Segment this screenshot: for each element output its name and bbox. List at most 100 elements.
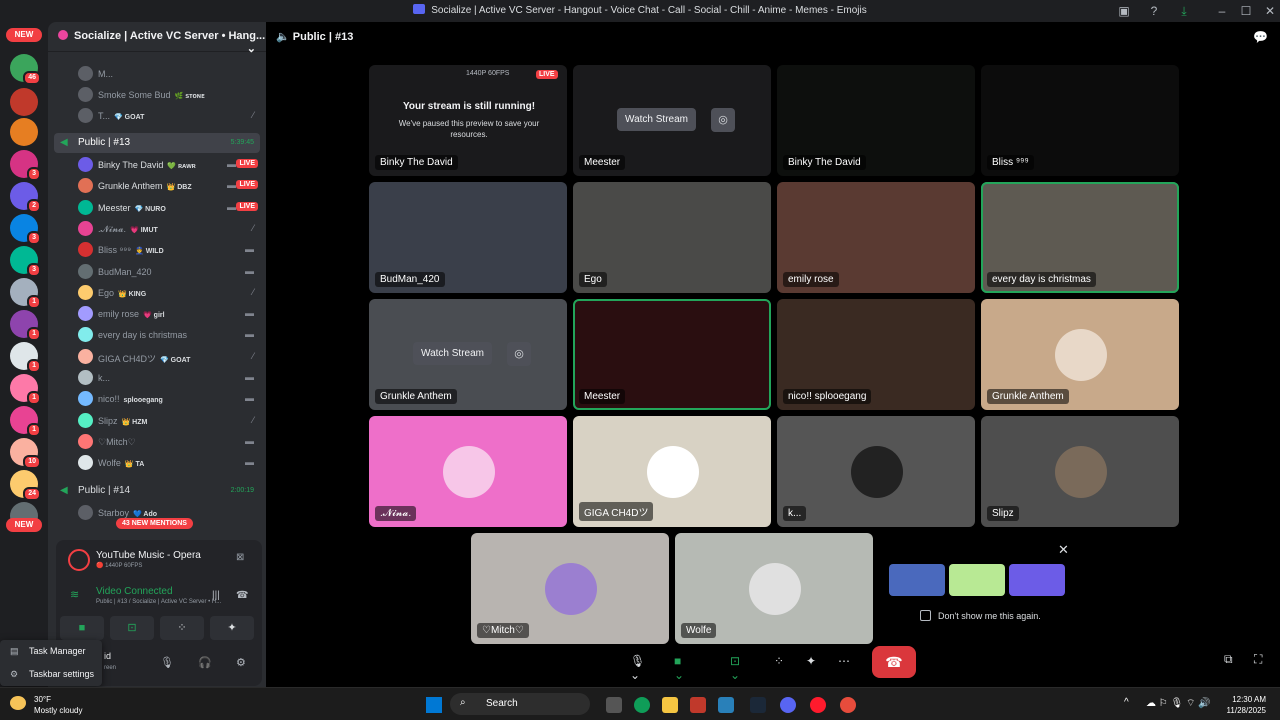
menu-item-taskbar-settings[interactable]: ⚙ Taskbar settings: [0, 663, 102, 686]
video-tile[interactable]: Watch Stream ◎ Grunkle Anthem: [369, 299, 567, 410]
help-icon[interactable]: ?: [1146, 3, 1162, 19]
weather-widget[interactable]: 30°F Mostly cloudy: [34, 694, 82, 716]
voice-location[interactable]: Public | #13 / Socialize | Active VC Ser…: [96, 599, 221, 605]
server-icon[interactable]: [10, 118, 38, 146]
voice-member[interactable]: Ego 👑 KING ⁄: [78, 283, 262, 303]
maximize-icon[interactable]: ☐: [1238, 3, 1254, 19]
voice-member[interactable]: T... 💎 GOAT ⁄: [78, 106, 262, 126]
app-icon[interactable]: [634, 697, 650, 713]
microphone-icon[interactable]: 🎙: [160, 656, 174, 669]
voice-member[interactable]: nico!! splooegang ▬: [78, 389, 262, 409]
user-name[interactable]: id: [104, 651, 111, 661]
fullscreen-icon[interactable]: ⛶: [1254, 652, 1262, 667]
video-tile[interactable]: Binky The David: [777, 65, 975, 176]
app-icon[interactable]: [690, 697, 706, 713]
voice-member[interactable]: Grunkle Anthem 👑 DBZ ▬ LIVE: [78, 176, 262, 196]
video-tile[interactable]: Grunkle Anthem: [981, 299, 1179, 410]
opera-icon[interactable]: [810, 697, 826, 713]
voice-member[interactable]: M...: [78, 64, 262, 84]
voice-member[interactable]: Wolfe 👑 TA ▬: [78, 453, 262, 473]
server-icon[interactable]: 3: [10, 214, 41, 245]
video-tile[interactable]: k...: [777, 416, 975, 527]
server-icon[interactable]: 3: [10, 246, 41, 277]
voice-member[interactable]: ♡Mitch♡ ▬: [78, 432, 262, 452]
hide-stream-icon[interactable]: ◎: [507, 342, 531, 366]
video-tile[interactable]: emily rose: [777, 182, 975, 293]
clock[interactable]: 12:30 AM 11/28/2025: [1227, 694, 1266, 716]
video-tile[interactable]: .𝓝𝓲𝓷𝓪.: [369, 416, 567, 527]
server-icon[interactable]: 2: [10, 182, 41, 213]
tray-icons[interactable]: ☁ ⚐ 🎙 ⌔ 🔊: [1146, 697, 1211, 710]
popout-icon[interactable]: ⧉: [1224, 652, 1233, 667]
taskbar-search[interactable]: ⌕ Search: [450, 693, 590, 715]
server-icon[interactable]: 24: [10, 470, 41, 501]
voice-member[interactable]: Smoke Some Bud 🌿 sᴛᴏɴᴇ: [78, 85, 262, 105]
download-icon[interactable]: ⤓: [1176, 3, 1192, 19]
camera-icon[interactable]: ■ ⌄: [674, 654, 684, 682]
server-icon[interactable]: 3: [10, 150, 41, 181]
server-header[interactable]: Socialize | Active VC Server • Hang... ⌄: [48, 22, 266, 55]
inbox-icon[interactable]: ▣: [1116, 3, 1132, 19]
voice-member[interactable]: k... ▬: [78, 368, 262, 388]
steam-icon[interactable]: [750, 697, 766, 713]
close-activity-icon[interactable]: ⊠: [236, 552, 244, 563]
screenshare-button[interactable]: ⊡: [110, 616, 154, 640]
voice-channel-public-14[interactable]: ◀ Public | #14 2:00:19: [54, 481, 260, 501]
game-thumbnail[interactable]: [949, 564, 1005, 596]
watch-stream-button[interactable]: Watch Stream: [617, 108, 696, 131]
voice-member[interactable]: .𝓝𝓲𝓷𝓪. 💗 IMUT ⁄: [78, 219, 262, 239]
server-icon[interactable]: 1: [10, 406, 41, 437]
watch-stream-button[interactable]: Watch Stream: [413, 342, 492, 365]
video-tile[interactable]: every day is christmas: [981, 182, 1179, 293]
noise-suppression-icon[interactable]: |||: [212, 590, 220, 601]
voice-member[interactable]: Meester 💎 NURO ▬ LIVE: [78, 198, 262, 218]
video-tile[interactable]: GIGA CH4Dツ: [573, 416, 771, 527]
app-icon[interactable]: [606, 697, 622, 713]
tray-chevron-icon[interactable]: ^: [1124, 697, 1129, 708]
settings-gear-icon[interactable]: ⚙: [236, 656, 246, 669]
mute-icon[interactable]: 🎙 ⌄: [630, 654, 645, 682]
soundboard-button[interactable]: ✦: [210, 616, 254, 640]
chat-icon[interactable]: 💬: [1253, 30, 1268, 44]
video-tile[interactable]: Slipz: [981, 416, 1179, 527]
camera-button[interactable]: ■: [60, 616, 104, 640]
discord-icon[interactable]: [780, 697, 796, 713]
app-icon[interactable]: [718, 697, 734, 713]
hide-stream-icon[interactable]: ◎: [711, 108, 735, 132]
soundboard-icon[interactable]: ✦: [806, 654, 816, 668]
video-tile[interactable]: Meester: [573, 299, 771, 410]
voice-member[interactable]: Binky The David 💚 ʀᴀᴡʀ ▬ LIVE: [78, 155, 262, 175]
game-thumbnail[interactable]: [1009, 564, 1065, 596]
video-tile[interactable]: Watch Stream ◎ Meester: [573, 65, 771, 176]
start-icon[interactable]: [426, 697, 442, 713]
voice-member[interactable]: every day is christmas ▬: [78, 325, 262, 345]
server-icon[interactable]: 1: [10, 278, 41, 309]
voice-member[interactable]: GIGA CH4Dツ 💎 GOAT ⁄: [78, 347, 262, 367]
close-icon[interactable]: ✕: [1058, 542, 1069, 558]
more-icon[interactable]: ⋯: [838, 654, 850, 668]
server-icon[interactable]: 1: [10, 310, 41, 341]
game-thumbnail[interactable]: [889, 564, 945, 596]
disconnect-button[interactable]: ☎: [872, 646, 916, 678]
dont-show-checkbox[interactable]: [920, 610, 931, 621]
server-icon[interactable]: [10, 88, 38, 116]
voice-member[interactable]: Bliss ⁹⁹⁹ 👮 WILD ▬: [78, 240, 262, 260]
disconnect-icon[interactable]: ☎: [236, 590, 248, 601]
menu-item-task-manager[interactable]: ▤ Task Manager: [0, 640, 102, 663]
video-tile[interactable]: Ego: [573, 182, 771, 293]
new-mentions-pill[interactable]: 43 NEW MENTIONS: [116, 518, 193, 529]
voice-member[interactable]: BudMan_420 ▬: [78, 262, 262, 282]
server-icon[interactable]: 10: [10, 438, 41, 469]
activities-icon[interactable]: ⁘: [774, 654, 784, 668]
voice-channel-public-13[interactable]: ◀ Public | #13 5:39:45: [54, 133, 260, 153]
minimize-icon[interactable]: –: [1214, 3, 1230, 19]
video-tile[interactable]: Bliss ⁹⁹⁹: [981, 65, 1179, 176]
server-icon[interactable]: 1: [10, 374, 41, 405]
server-icon[interactable]: 1: [10, 342, 41, 373]
headphones-icon[interactable]: 🎧: [198, 656, 212, 669]
video-tile[interactable]: Wolfe: [675, 533, 873, 644]
video-tile[interactable]: nico!! splooegang: [777, 299, 975, 410]
video-tile[interactable]: BudMan_420: [369, 182, 567, 293]
app-icon[interactable]: [840, 697, 856, 713]
voice-status[interactable]: Video Connected: [96, 586, 173, 597]
